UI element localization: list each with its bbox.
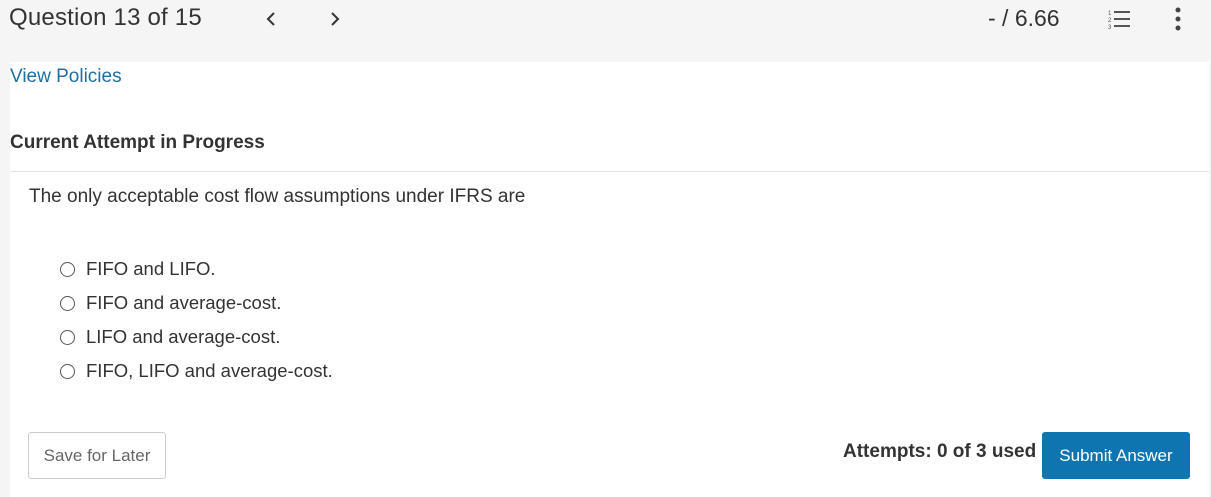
- view-policies-link[interactable]: View Policies: [10, 66, 122, 88]
- numbered-list-icon: 1 2 3: [1108, 11, 1130, 31]
- question-text: The only acceptable cost flow assumption…: [29, 186, 526, 207]
- next-question-button[interactable]: [325, 8, 345, 30]
- chevron-left-icon: [266, 12, 275, 26]
- option-label: FIFO and LIFO.: [86, 258, 216, 279]
- more-vertical-icon: [1175, 7, 1181, 31]
- option-label: FIFO, LIFO and average-cost.: [86, 360, 333, 381]
- divider: [10, 171, 1209, 172]
- question-list-button[interactable]: 1 2 3: [1106, 8, 1132, 31]
- answer-option[interactable]: FIFO and average-cost.: [60, 286, 333, 320]
- submit-answer-button[interactable]: Submit Answer: [1042, 432, 1190, 479]
- svg-text:2: 2: [1108, 18, 1112, 24]
- score-display: - / 6.66: [988, 5, 1060, 31]
- option-label: FIFO and average-cost.: [86, 292, 282, 313]
- radio-button[interactable]: [60, 329, 75, 345]
- answer-options: FIFO and LIFO. FIFO and average-cost. LI…: [60, 252, 333, 388]
- option-label: LIFO and average-cost.: [86, 326, 281, 347]
- more-options-button[interactable]: [1168, 6, 1188, 32]
- question-header: Question 13 of 15 - / 6.66 1 2 3: [0, 0, 1211, 62]
- question-title: Question 13 of 15: [9, 4, 202, 31]
- attempts-counter: Attempts: 0 of 3 used: [843, 441, 1037, 462]
- svg-text:1: 1: [1108, 11, 1112, 17]
- question-panel: View Policies Current Attempt in Progres…: [10, 62, 1209, 497]
- save-for-later-button[interactable]: Save for Later: [28, 432, 166, 479]
- radio-button[interactable]: [60, 363, 75, 379]
- chevron-right-icon: [331, 12, 340, 26]
- radio-button[interactable]: [60, 295, 75, 311]
- answer-option[interactable]: LIFO and average-cost.: [60, 320, 333, 354]
- answer-option[interactable]: FIFO and LIFO.: [60, 252, 333, 286]
- answer-option[interactable]: FIFO, LIFO and average-cost.: [60, 354, 333, 388]
- svg-text:3: 3: [1108, 25, 1112, 30]
- attempt-heading: Current Attempt in Progress: [10, 132, 265, 153]
- radio-button[interactable]: [60, 261, 75, 277]
- previous-question-button[interactable]: [261, 8, 281, 30]
